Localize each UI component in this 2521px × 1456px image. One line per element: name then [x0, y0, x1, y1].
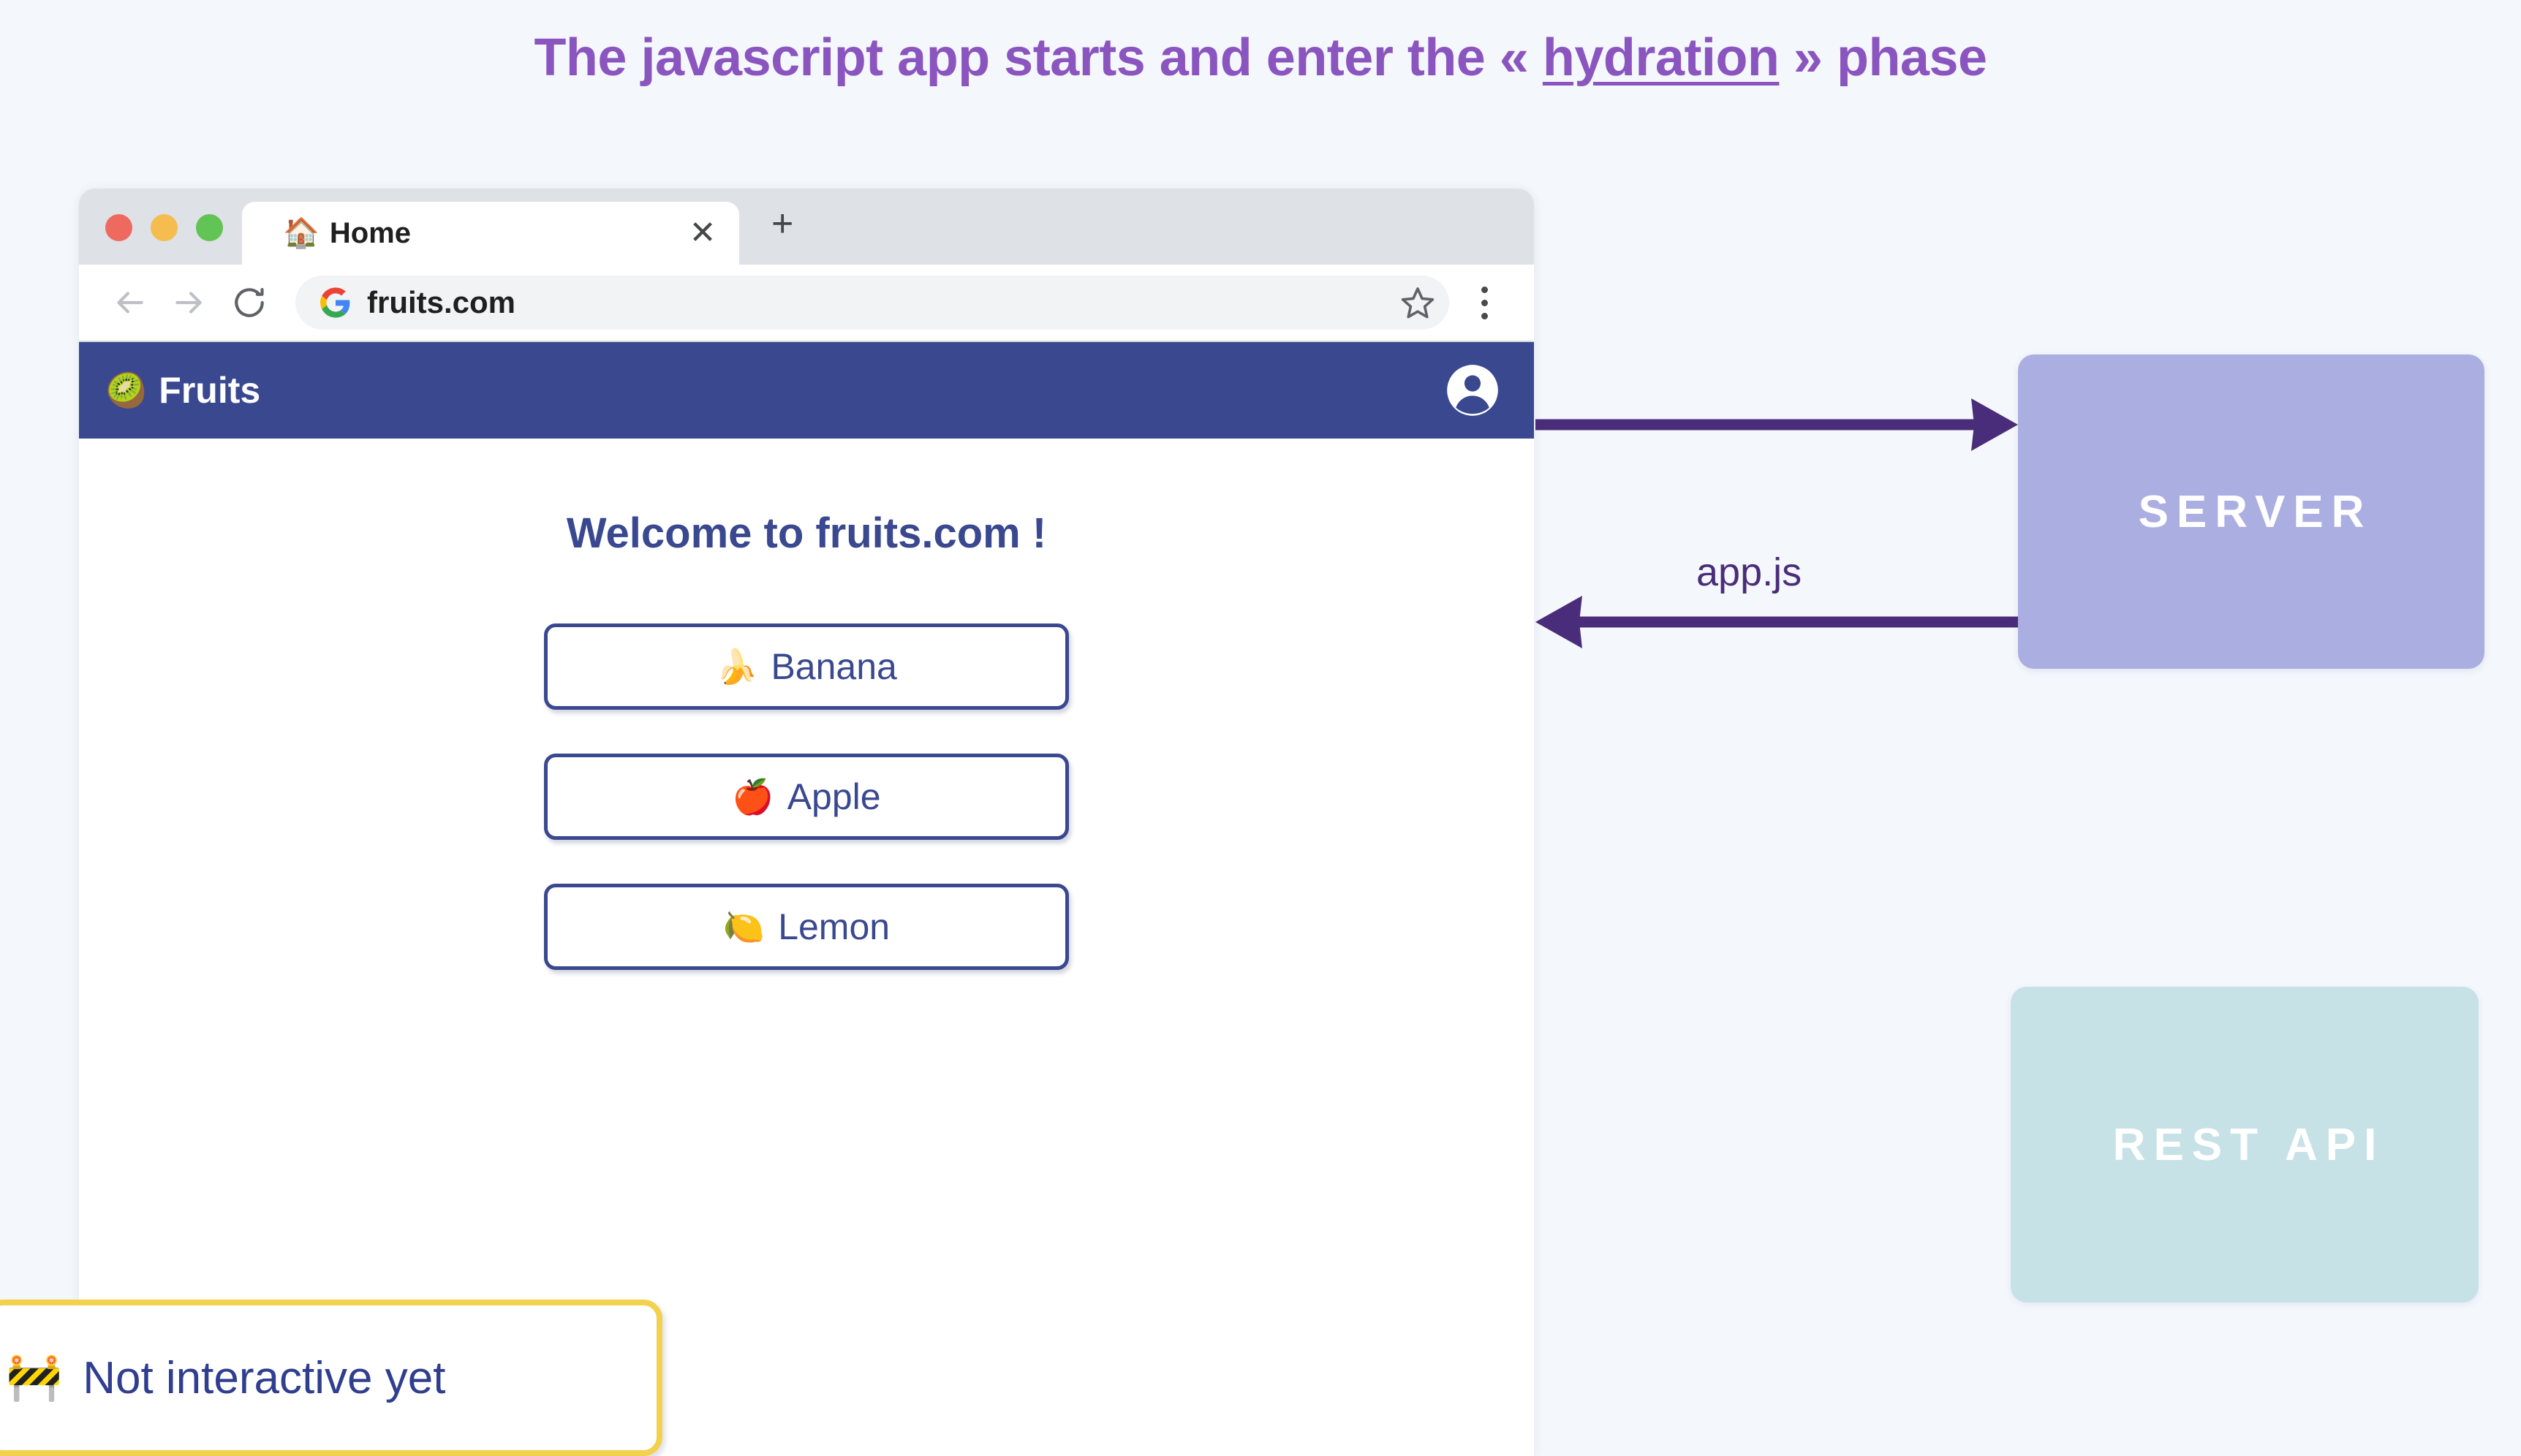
browser-tab-home[interactable]: 🏠 Home ✕: [242, 202, 739, 265]
url-text[interactable]: fruits.com: [367, 285, 1391, 320]
address-bar[interactable]: fruits.com: [295, 276, 1449, 330]
fruit-button-lemon[interactable]: 🍋 Lemon: [544, 884, 1069, 970]
kiwi-icon: 🥝: [105, 371, 148, 409]
home-favicon-icon: 🏠: [283, 217, 320, 249]
app-brand-label: Fruits: [159, 370, 261, 411]
browser-toolbar: fruits.com: [79, 265, 1534, 341]
app-navbar: 🥝 Fruits: [79, 342, 1534, 439]
fruit-button-banana[interactable]: 🍌 Banana: [544, 623, 1069, 710]
browser-tab-strip: 🏠 Home ✕ +: [79, 189, 1534, 265]
back-button[interactable]: [99, 273, 159, 333]
reload-button[interactable]: [219, 273, 279, 333]
bookmark-button[interactable]: [1391, 276, 1445, 330]
server-box: SERVER: [2018, 354, 2484, 669]
google-g-icon: [320, 287, 350, 318]
close-tab-icon[interactable]: ✕: [685, 217, 720, 249]
fruit-button-apple[interactable]: 🍎 Apple: [544, 754, 1069, 840]
fruit-button-apple-label: Apple: [787, 776, 881, 817]
browser-menu-button[interactable]: [1456, 273, 1512, 333]
page-title: The javascript app starts and enter the …: [0, 28, 2521, 88]
close-window-button[interactable]: [105, 214, 132, 241]
kebab-dot-3: [1481, 312, 1488, 319]
apple-icon: 🍎: [732, 778, 774, 816]
rest-api-label: REST API: [2112, 1119, 2385, 1170]
window-controls: [79, 214, 242, 265]
reload-icon: [235, 288, 264, 317]
new-tab-button[interactable]: +: [739, 205, 793, 265]
back-icon: [117, 292, 143, 314]
page-title-prefix: The javascript app starts and enter the …: [534, 29, 1543, 87]
page-title-suffix: » phase: [1779, 29, 1987, 87]
account-circle-icon[interactable]: [1445, 363, 1500, 418]
fruit-button-list: 🍌 Banana 🍎 Apple 🍋 Lemon: [79, 623, 1534, 970]
forward-icon: [175, 292, 202, 314]
arrow-browser-to-server: [1535, 398, 2018, 451]
forward-button[interactable]: [159, 273, 219, 333]
callout-text: Not interactive yet: [83, 1352, 446, 1403]
kebab-dot-2: [1481, 299, 1488, 306]
arrow-label-appjs: app.js: [1696, 550, 1802, 594]
construction-icon: 🚧: [6, 1352, 63, 1403]
arrow-server-to-browser: [1535, 596, 2018, 648]
page-viewport: 🥝 Fruits Welcome to fruits.com ! 🍌 Banan…: [79, 341, 1534, 1456]
server-label: SERVER: [2138, 486, 2373, 537]
fruit-button-banana-label: Banana: [771, 646, 897, 687]
callout-not-interactive: 🚧 Not interactive yet: [0, 1300, 662, 1456]
page-title-highlight: hydration: [1542, 29, 1780, 87]
star-icon: [1401, 287, 1435, 319]
welcome-heading: Welcome to fruits.com !: [566, 509, 1047, 557]
rest-api-box: REST API: [2011, 987, 2479, 1303]
app-brand[interactable]: 🥝 Fruits: [105, 369, 260, 412]
browser-tab-title: Home: [329, 216, 411, 249]
lemon-icon: 🍋: [722, 908, 766, 946]
fruit-button-lemon-label: Lemon: [778, 906, 891, 947]
kebab-dot-1: [1481, 286, 1488, 293]
zoom-window-button[interactable]: [196, 214, 223, 241]
banana-icon: 🍌: [716, 648, 758, 686]
browser-window: 🏠 Home ✕ + fruits.com 🥝 Fruits Welcome t…: [79, 189, 1534, 1456]
minimize-window-button[interactable]: [151, 214, 178, 241]
